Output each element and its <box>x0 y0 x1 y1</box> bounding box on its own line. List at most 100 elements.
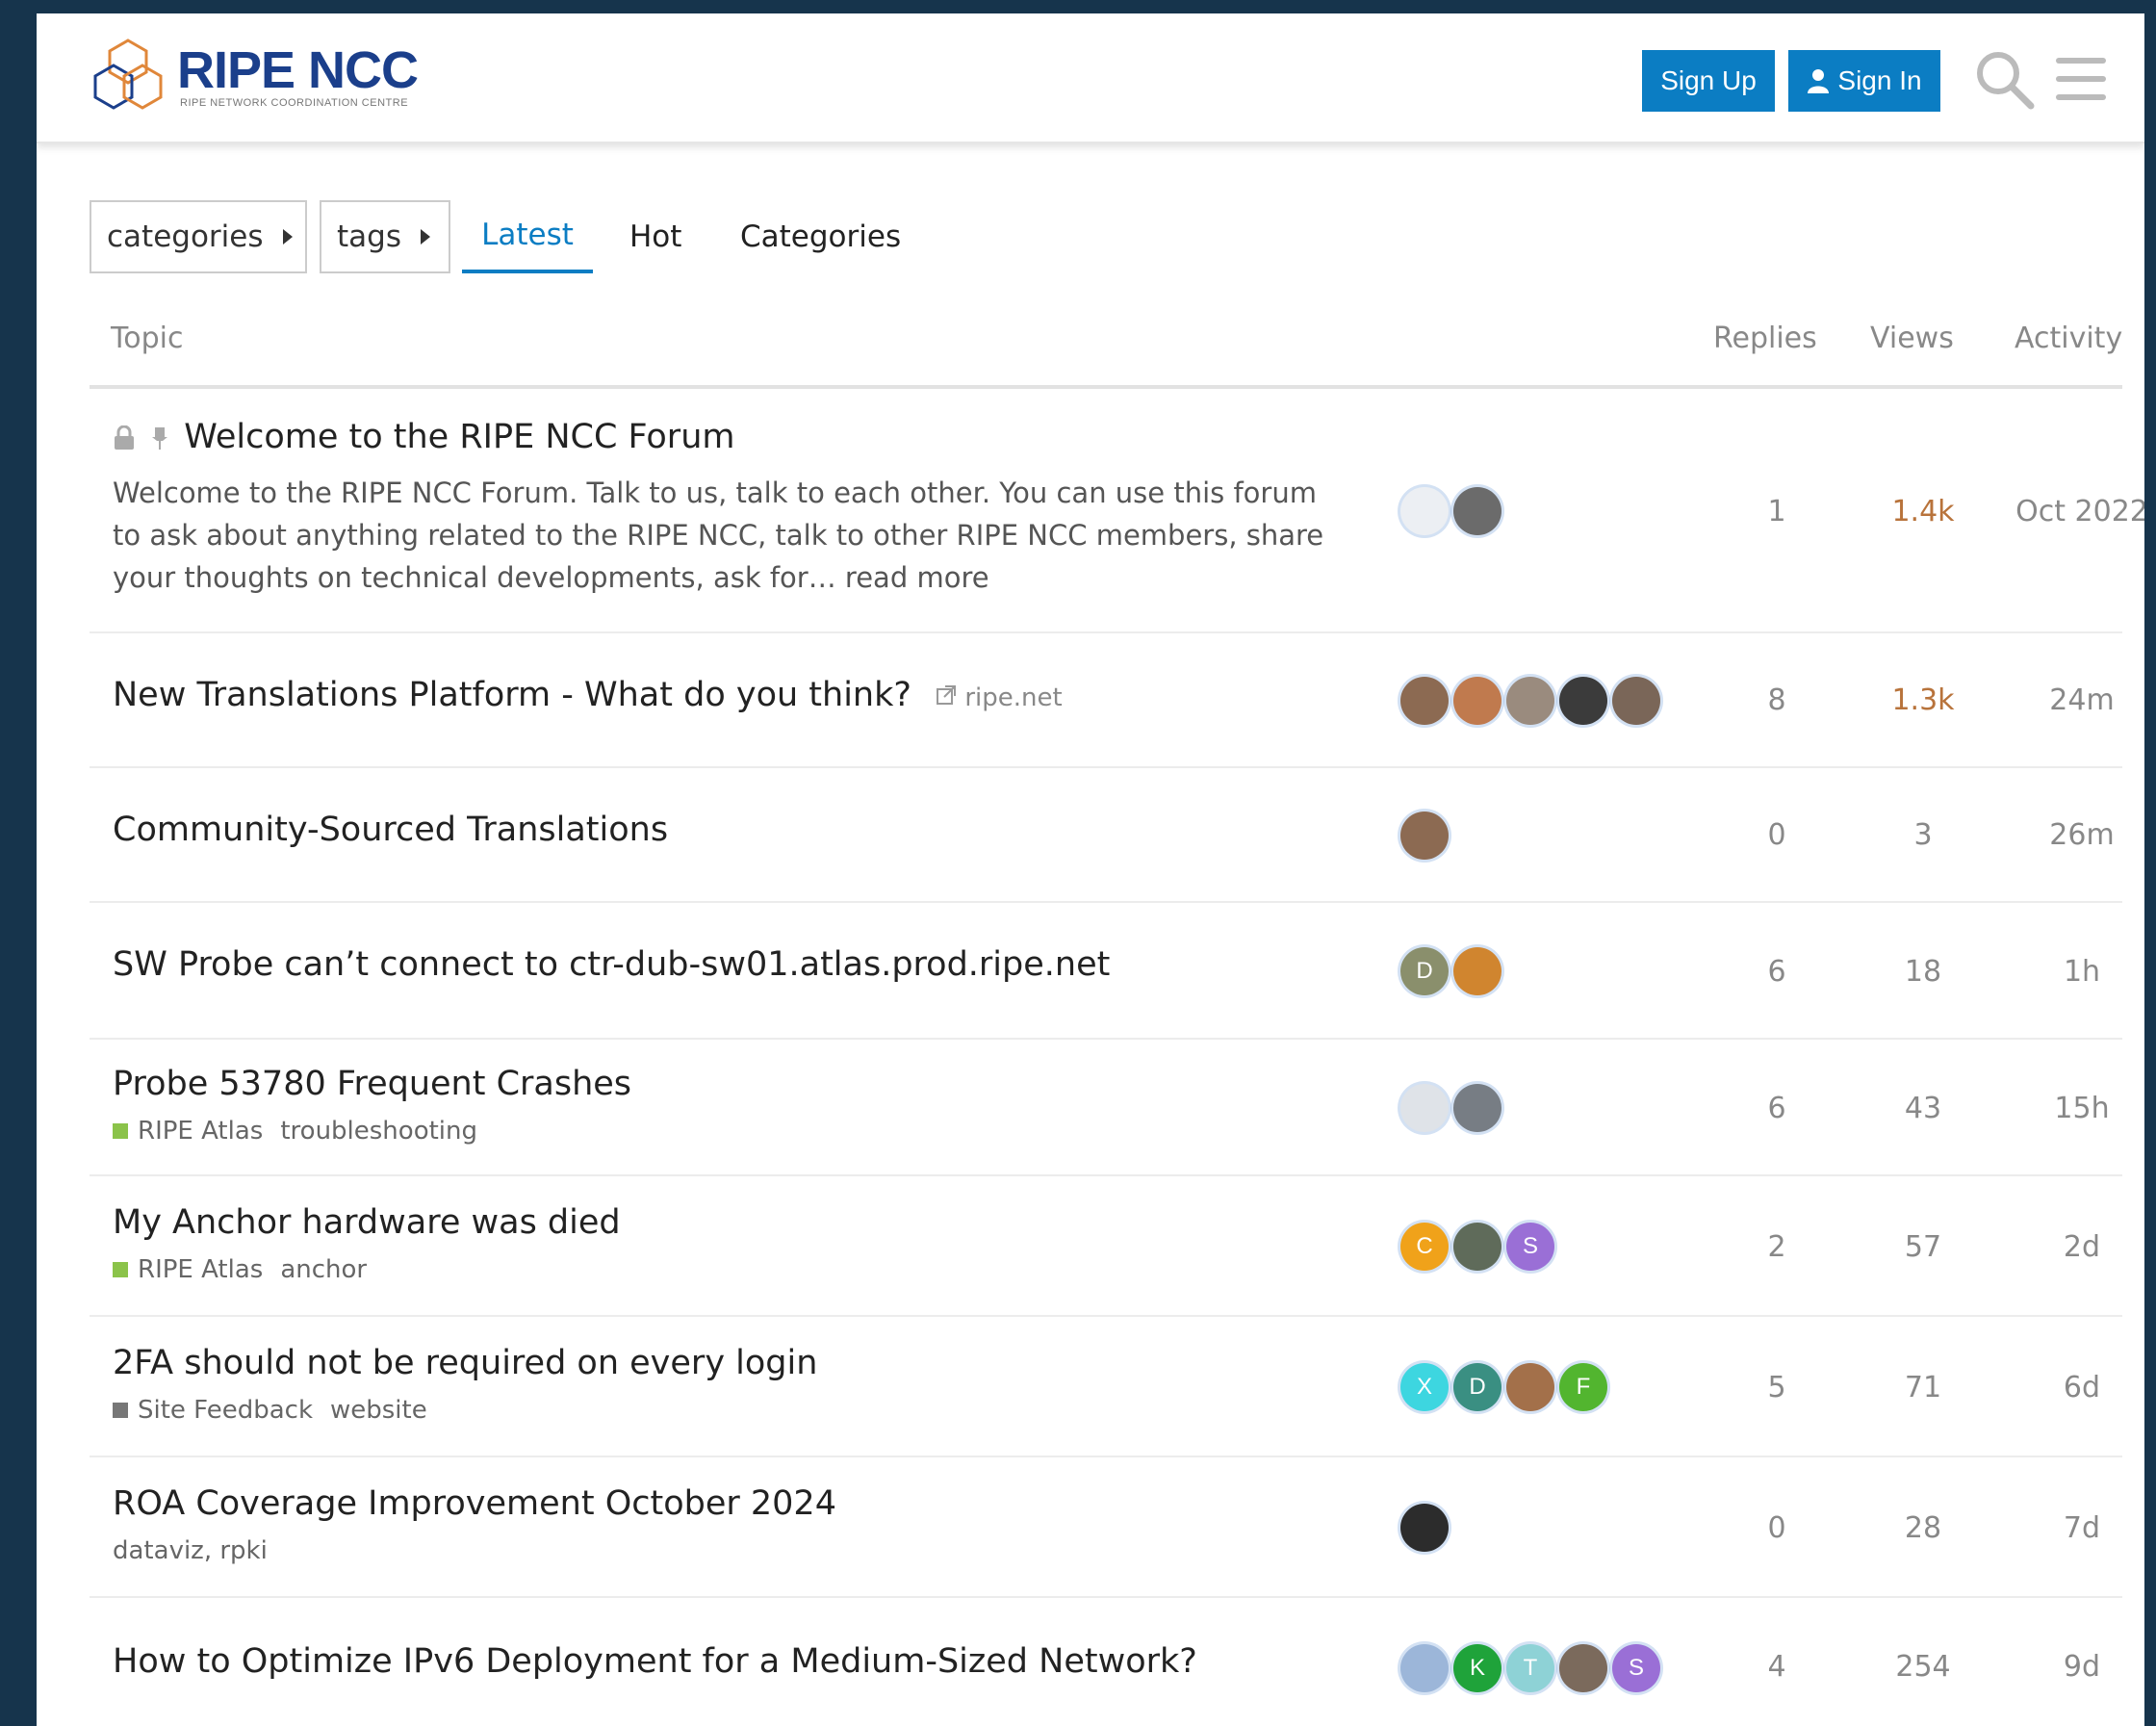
category-badge[interactable]: RIPE Atlas <box>138 1255 263 1284</box>
topic-list-header: Topic Replies Views Activity <box>90 298 2122 389</box>
activity-time[interactable]: 26m <box>2005 818 2144 852</box>
replies-count: 4 <box>1767 1650 1786 1684</box>
tag-link[interactable]: troubleshooting <box>280 1117 477 1146</box>
avatar[interactable] <box>1506 677 1554 725</box>
topic-title[interactable]: 2FA should not be required on every logi… <box>113 1344 817 1382</box>
activity-time[interactable]: 15h <box>2005 1092 2144 1125</box>
avatar[interactable] <box>1400 1504 1449 1552</box>
hamburger-menu-icon[interactable] <box>2054 52 2108 106</box>
activity-time[interactable]: 9d <box>2005 1650 2144 1684</box>
ripe-ncc-logo[interactable]: RIPE NCC RIPE NETWORK COORDINATION CENTR… <box>85 33 419 119</box>
category-badge[interactable]: Site Feedback <box>138 1396 313 1425</box>
topic-navigation: categories tags Latest Hot Categories <box>37 187 2144 273</box>
avatar[interactable]: S <box>1506 1223 1554 1271</box>
topic-meta: dataviz, rpki <box>113 1536 268 1565</box>
replies-count: 0 <box>1767 818 1786 852</box>
table-row: New Translations Platform - What do you … <box>90 633 2122 768</box>
avatar[interactable] <box>1559 1644 1607 1692</box>
avatar[interactable] <box>1453 1223 1502 1271</box>
views-count: 28 <box>1904 1511 1942 1545</box>
poster-avatars <box>1400 1084 1506 1132</box>
tag-list[interactable]: dataviz, rpki <box>113 1536 268 1565</box>
topic-title-text: How to Optimize IPv6 Deployment for a Me… <box>113 1642 1197 1681</box>
avatar[interactable]: K <box>1453 1644 1502 1692</box>
views-count: 43 <box>1904 1092 1942 1125</box>
topic-title[interactable]: My Anchor hardware was died <box>113 1203 621 1242</box>
search-icon[interactable] <box>1971 46 2039 114</box>
topic-excerpt[interactable]: Welcome to the RIPE NCC Forum. Talk to u… <box>113 472 1325 599</box>
tab-hot[interactable]: Hot <box>629 200 681 273</box>
column-activity[interactable]: Activity <box>2015 322 2122 355</box>
category-badge[interactable]: RIPE Atlas <box>138 1117 263 1146</box>
topic-title[interactable]: Welcome to the RIPE NCC Forum <box>113 418 734 456</box>
avatar[interactable]: C <box>1400 1223 1449 1271</box>
external-link-domain: ripe.net <box>964 683 1063 712</box>
tags-dropdown[interactable]: tags <box>320 200 450 273</box>
column-replies[interactable]: Replies <box>1713 322 1817 355</box>
poster-avatars <box>1400 811 1453 860</box>
avatar[interactable] <box>1400 811 1449 860</box>
activity-time[interactable]: 1h <box>2005 955 2144 989</box>
table-row: Welcome to the RIPE NCC Forum Welcome to… <box>90 389 2144 633</box>
activity-time[interactable]: 2d <box>2005 1230 2144 1264</box>
topic-title[interactable]: Community-Sourced Translations <box>113 811 668 849</box>
replies-count: 0 <box>1767 1511 1786 1545</box>
views-count: 71 <box>1904 1371 1942 1404</box>
activity-time[interactable]: 24m <box>2005 683 2144 717</box>
category-color-icon <box>113 1403 128 1418</box>
tab-categories[interactable]: Categories <box>740 200 901 273</box>
views-count: 3 <box>1913 818 1933 852</box>
avatar[interactable] <box>1559 677 1607 725</box>
avatar[interactable] <box>1453 1084 1502 1132</box>
avatar[interactable]: F <box>1559 1363 1607 1411</box>
table-row: How to Optimize IPv6 Deployment for a Me… <box>90 1598 2122 1726</box>
activity-time[interactable]: 7d <box>2005 1511 2144 1545</box>
external-link[interactable]: ripe.net <box>936 683 1063 712</box>
activity-time[interactable]: Oct 2022 <box>2005 495 2144 528</box>
topic-title[interactable]: How to Optimize IPv6 Deployment for a Me… <box>113 1642 1197 1681</box>
activity-time[interactable]: 6d <box>2005 1371 2144 1404</box>
avatar[interactable] <box>1453 487 1502 535</box>
caret-right-icon <box>420 229 430 245</box>
topic-title-text: Welcome to the RIPE NCC Forum <box>184 418 735 456</box>
replies-count: 8 <box>1767 683 1786 717</box>
topic-meta: RIPE Atlas troubleshooting <box>113 1117 477 1146</box>
topic-title-text: My Anchor hardware was died <box>113 1203 621 1242</box>
avatar[interactable] <box>1612 677 1660 725</box>
avatar[interactable]: T <box>1506 1644 1554 1692</box>
avatar[interactable] <box>1506 1363 1554 1411</box>
column-topic[interactable]: Topic <box>111 322 183 355</box>
avatar[interactable]: D <box>1400 947 1449 995</box>
sign-up-button[interactable]: Sign Up <box>1642 50 1775 112</box>
avatar[interactable] <box>1453 677 1502 725</box>
avatar[interactable] <box>1400 1644 1449 1692</box>
avatar[interactable] <box>1453 947 1502 995</box>
avatar[interactable]: X <box>1400 1363 1449 1411</box>
sign-in-button[interactable]: Sign In <box>1788 50 1940 112</box>
table-row: ROA Coverage Improvement October 2024 da… <box>90 1457 2122 1598</box>
tab-latest[interactable]: Latest <box>462 200 593 273</box>
avatar[interactable] <box>1400 487 1449 535</box>
topic-title[interactable]: SW Probe can’t connect to ctr-dub-sw01.a… <box>113 945 1110 984</box>
categories-dropdown-label: categories <box>107 219 264 254</box>
topic-title-text: ROA Coverage Improvement October 2024 <box>113 1484 836 1523</box>
avatar[interactable]: D <box>1453 1363 1502 1411</box>
avatar[interactable] <box>1400 1084 1449 1132</box>
poster-avatars: D <box>1400 947 1506 995</box>
tag-link[interactable]: website <box>330 1396 427 1425</box>
caret-right-icon <box>282 229 293 245</box>
topic-title[interactable]: New Translations Platform - What do you … <box>113 676 1063 714</box>
topic-title[interactable]: Probe 53780 Frequent Crashes <box>113 1065 631 1103</box>
column-views[interactable]: Views <box>1870 322 1954 355</box>
replies-count: 6 <box>1767 955 1786 989</box>
topic-title[interactable]: ROA Coverage Improvement October 2024 <box>113 1484 836 1523</box>
categories-dropdown[interactable]: categories <box>90 200 307 273</box>
avatar[interactable] <box>1400 677 1449 725</box>
topic-title-text: Probe 53780 Frequent Crashes <box>113 1065 632 1103</box>
replies-count: 5 <box>1767 1371 1786 1404</box>
category-color-icon <box>113 1123 128 1139</box>
tag-link[interactable]: anchor <box>280 1255 367 1284</box>
avatar[interactable]: S <box>1612 1644 1660 1692</box>
replies-count: 2 <box>1767 1230 1786 1264</box>
site-header: RIPE NCC RIPE NETWORK COORDINATION CENTR… <box>37 13 2144 143</box>
